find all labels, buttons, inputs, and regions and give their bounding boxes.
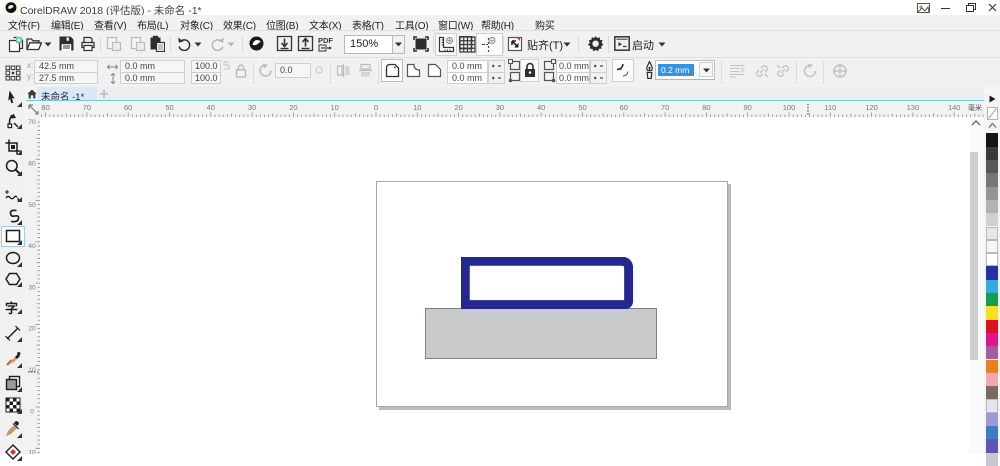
svg-text:PDF: PDF xyxy=(318,36,333,45)
